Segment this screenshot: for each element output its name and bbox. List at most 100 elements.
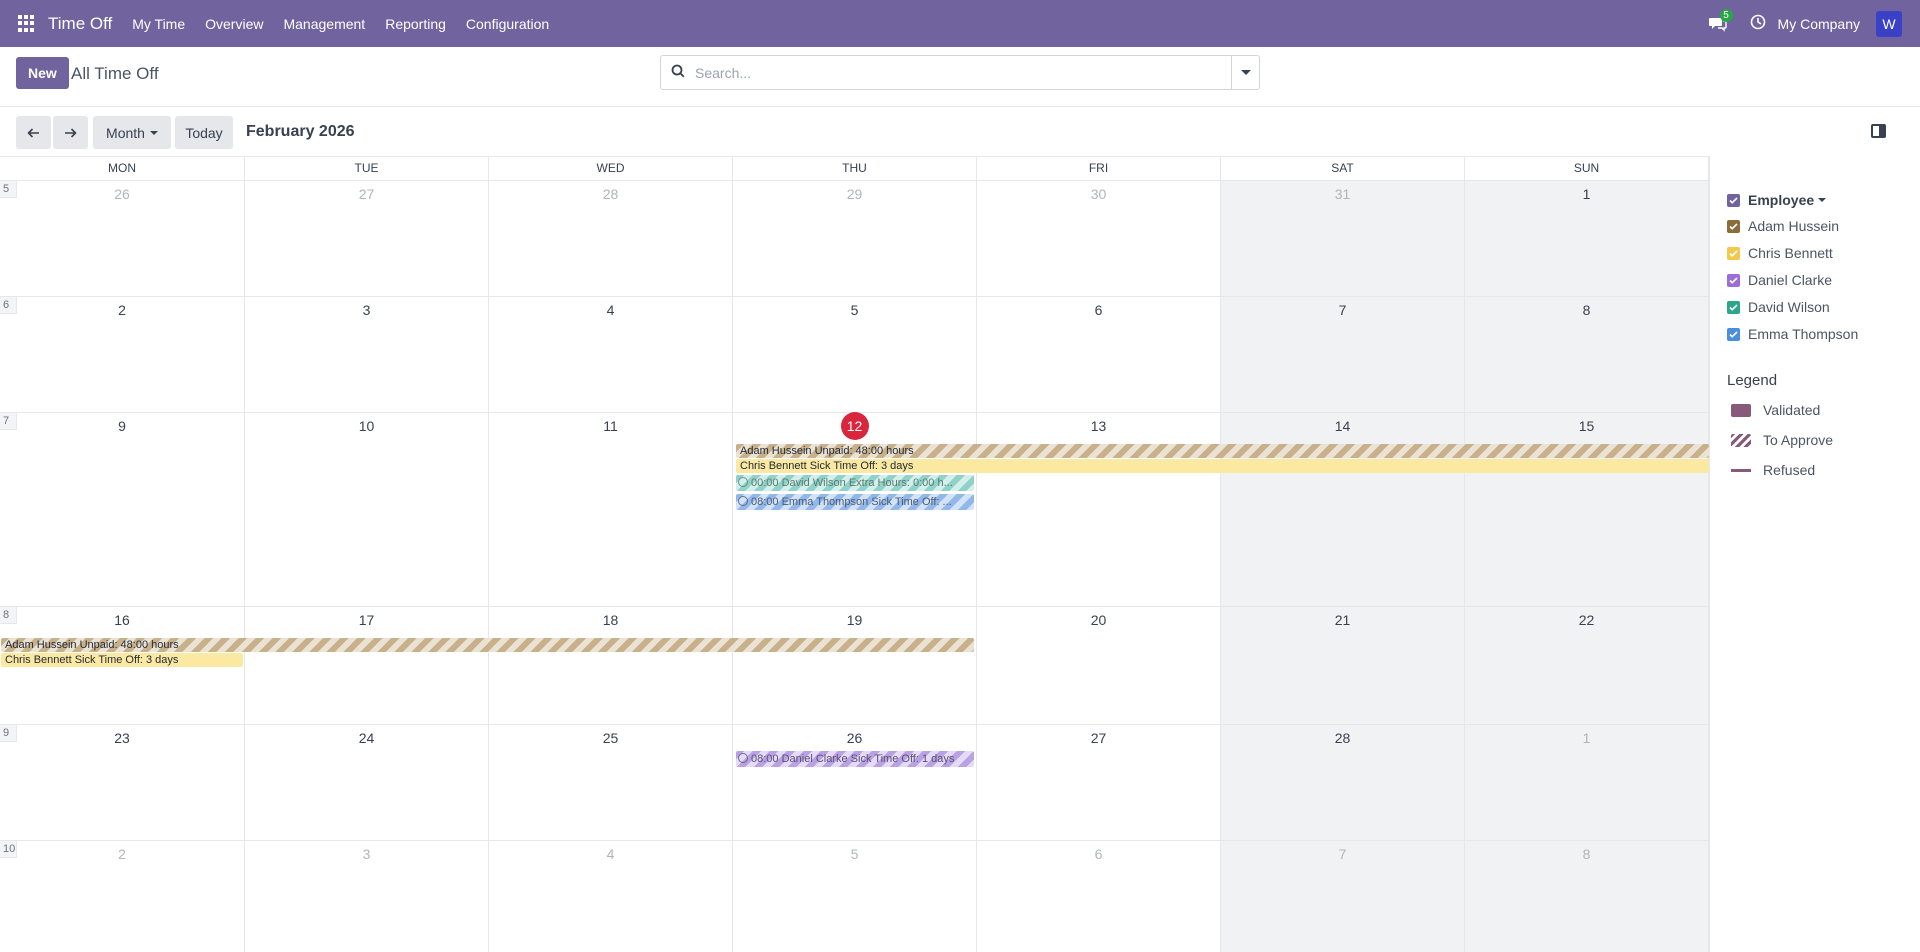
calendar-sidepanel: Employee Adam Hussein Chris Bennett Dani… — [1709, 156, 1920, 952]
filter-group-label: Employee — [1748, 192, 1815, 208]
day-cell[interactable]: 11 — [489, 413, 733, 606]
day-cell[interactable]: 1 — [1465, 725, 1709, 840]
filter-employee-label: Chris Bennett — [1748, 245, 1833, 261]
filter-employee-chris-bennett[interactable]: Chris Bennett — [1727, 245, 1833, 261]
day-cell[interactable]: 1 — [1465, 181, 1709, 296]
day-cell[interactable]: 7 — [1221, 841, 1465, 952]
event-daniel-clarke-sick[interactable]: 08:00 Daniel Clarke Sick Time Off: 1 day… — [736, 751, 974, 767]
day-number: 3 — [362, 846, 371, 862]
day-cell[interactable]: 23 — [0, 725, 245, 840]
day-cell[interactable]: 24 — [245, 725, 489, 840]
dow-thu: THU — [733, 157, 977, 180]
menu-my-time[interactable]: My Time — [132, 16, 185, 32]
day-number: 6 — [1094, 302, 1103, 318]
day-number: 27 — [358, 186, 375, 202]
day-cell[interactable]: 14 — [1221, 413, 1465, 606]
day-cell[interactable]: 9 — [0, 413, 245, 606]
search-input[interactable] — [695, 64, 1231, 81]
day-cell[interactable]: 4 — [489, 297, 733, 412]
event-adam-hussein-unpaid[interactable]: Adam Hussein Unpaid: 48:00 hours — [1, 638, 974, 652]
checkbox-checked-icon — [1727, 327, 1740, 341]
day-cell[interactable]: 15 — [1465, 413, 1709, 606]
day-cell[interactable]: 3 — [245, 841, 489, 952]
day-number: 24 — [358, 730, 375, 746]
day-cell[interactable]: 28 — [489, 181, 733, 296]
scale-dropdown[interactable]: Month — [93, 116, 171, 149]
today-button[interactable]: Today — [175, 116, 233, 149]
menu-management[interactable]: Management — [283, 16, 365, 32]
messages-count-badge: 5 — [1719, 8, 1733, 22]
day-cell[interactable]: 8 — [1465, 841, 1709, 952]
apps-menu-icon[interactable] — [18, 14, 36, 33]
day-cell[interactable]: 18 — [489, 607, 733, 724]
day-number: 18 — [602, 612, 619, 628]
event-david-wilson-extra-hours[interactable]: 00:00 David Wilson Extra Hours: 0:00 h..… — [736, 475, 974, 491]
filter-employee-emma-thompson[interactable]: Emma Thompson — [1727, 326, 1858, 342]
event-emma-thompson-sick[interactable]: 08:00 Emma Thompson Sick Time Off: ... — [736, 494, 974, 510]
event-chris-bennett-sick[interactable]: Chris Bennett Sick Time Off: 3 days — [736, 459, 1709, 473]
day-cell[interactable]: 28 — [1221, 725, 1465, 840]
day-cell[interactable]: 19 — [733, 607, 977, 724]
day-cell[interactable]: 6 — [977, 297, 1221, 412]
day-cell[interactable]: 30 — [977, 181, 1221, 296]
employee-filter-header[interactable]: Employee — [1727, 192, 1827, 208]
day-cell[interactable]: 2 — [0, 297, 245, 412]
user-avatar[interactable]: W — [1876, 10, 1902, 37]
day-number: 28 — [602, 186, 619, 202]
day-number: 8 — [1582, 846, 1591, 862]
app-brand[interactable]: Time Off — [48, 14, 112, 34]
event-chris-bennett-sick[interactable]: Chris Bennett Sick Time Off: 3 days — [1, 653, 243, 667]
messages-icon[interactable]: 5 — [1708, 8, 1733, 32]
day-number: 10 — [358, 418, 375, 434]
filter-employee-adam-hussein[interactable]: Adam Hussein — [1727, 218, 1839, 234]
day-number: 3 — [362, 302, 371, 318]
day-cell[interactable]: 21 — [1221, 607, 1465, 724]
menu-overview[interactable]: Overview — [205, 16, 263, 32]
day-cell[interactable]: 22 — [1465, 607, 1709, 724]
company-switcher[interactable]: My Company — [1778, 16, 1860, 32]
day-cell[interactable]: 5 — [733, 841, 977, 952]
week-number: 10 — [0, 841, 17, 858]
day-cell[interactable]: 27 — [977, 725, 1221, 840]
chevron-down-icon — [1240, 70, 1251, 75]
day-cell[interactable]: 31 — [1221, 181, 1465, 296]
event-label: 08:00 Daniel Clarke Sick Time Off: 1 day… — [751, 753, 955, 765]
event-adam-hussein-unpaid[interactable]: Adam Hussein Unpaid: 48:00 hours — [736, 444, 1709, 458]
activity-clock-icon[interactable] — [1750, 14, 1766, 33]
previous-period-button[interactable] — [16, 116, 51, 149]
menu-configuration[interactable]: Configuration — [466, 16, 549, 32]
day-cell[interactable]: 27 — [245, 181, 489, 296]
search-options-toggle[interactable] — [1231, 56, 1259, 89]
menu-reporting[interactable]: Reporting — [385, 16, 446, 32]
day-cell[interactable]: 26 — [0, 181, 245, 296]
day-cell[interactable]: 3 — [245, 297, 489, 412]
new-button[interactable]: New — [16, 57, 69, 89]
day-cell[interactable]: 10 — [245, 413, 489, 606]
day-cell[interactable]: 26 — [733, 725, 977, 840]
status-circle-icon — [738, 477, 748, 487]
day-cell[interactable]: 6 — [977, 841, 1221, 952]
day-cell[interactable]: 4 — [489, 841, 733, 952]
day-cell[interactable]: 7 — [1221, 297, 1465, 412]
day-cell[interactable]: 29 — [733, 181, 977, 296]
next-period-button[interactable] — [53, 116, 88, 149]
day-cell[interactable]: 25 — [489, 725, 733, 840]
sidepanel-toggle-icon[interactable] — [1871, 124, 1886, 138]
day-cell[interactable]: 8 — [1465, 297, 1709, 412]
day-cell[interactable]: 13 — [977, 413, 1221, 606]
week-row: 9 10 11 12 13 14 15 7 Adam Hussein Unpai… — [0, 412, 1709, 606]
filter-employee-daniel-clarke[interactable]: Daniel Clarke — [1727, 272, 1832, 288]
checkbox-checked-icon — [1727, 300, 1740, 314]
day-cell[interactable]: 5 — [733, 297, 977, 412]
day-number: 20 — [1090, 612, 1107, 628]
day-cell[interactable]: 17 — [245, 607, 489, 724]
filter-employee-david-wilson[interactable]: David Wilson — [1727, 299, 1830, 315]
checkbox-checked-icon — [1727, 246, 1740, 260]
arrow-right-icon — [65, 127, 77, 138]
week-number: 8 — [0, 607, 17, 624]
dow-sun: SUN — [1465, 157, 1709, 180]
legend-label: Validated — [1763, 402, 1821, 418]
day-number: 11 — [603, 418, 618, 434]
day-cell[interactable]: 2 — [0, 841, 245, 952]
day-cell[interactable]: 20 — [977, 607, 1221, 724]
